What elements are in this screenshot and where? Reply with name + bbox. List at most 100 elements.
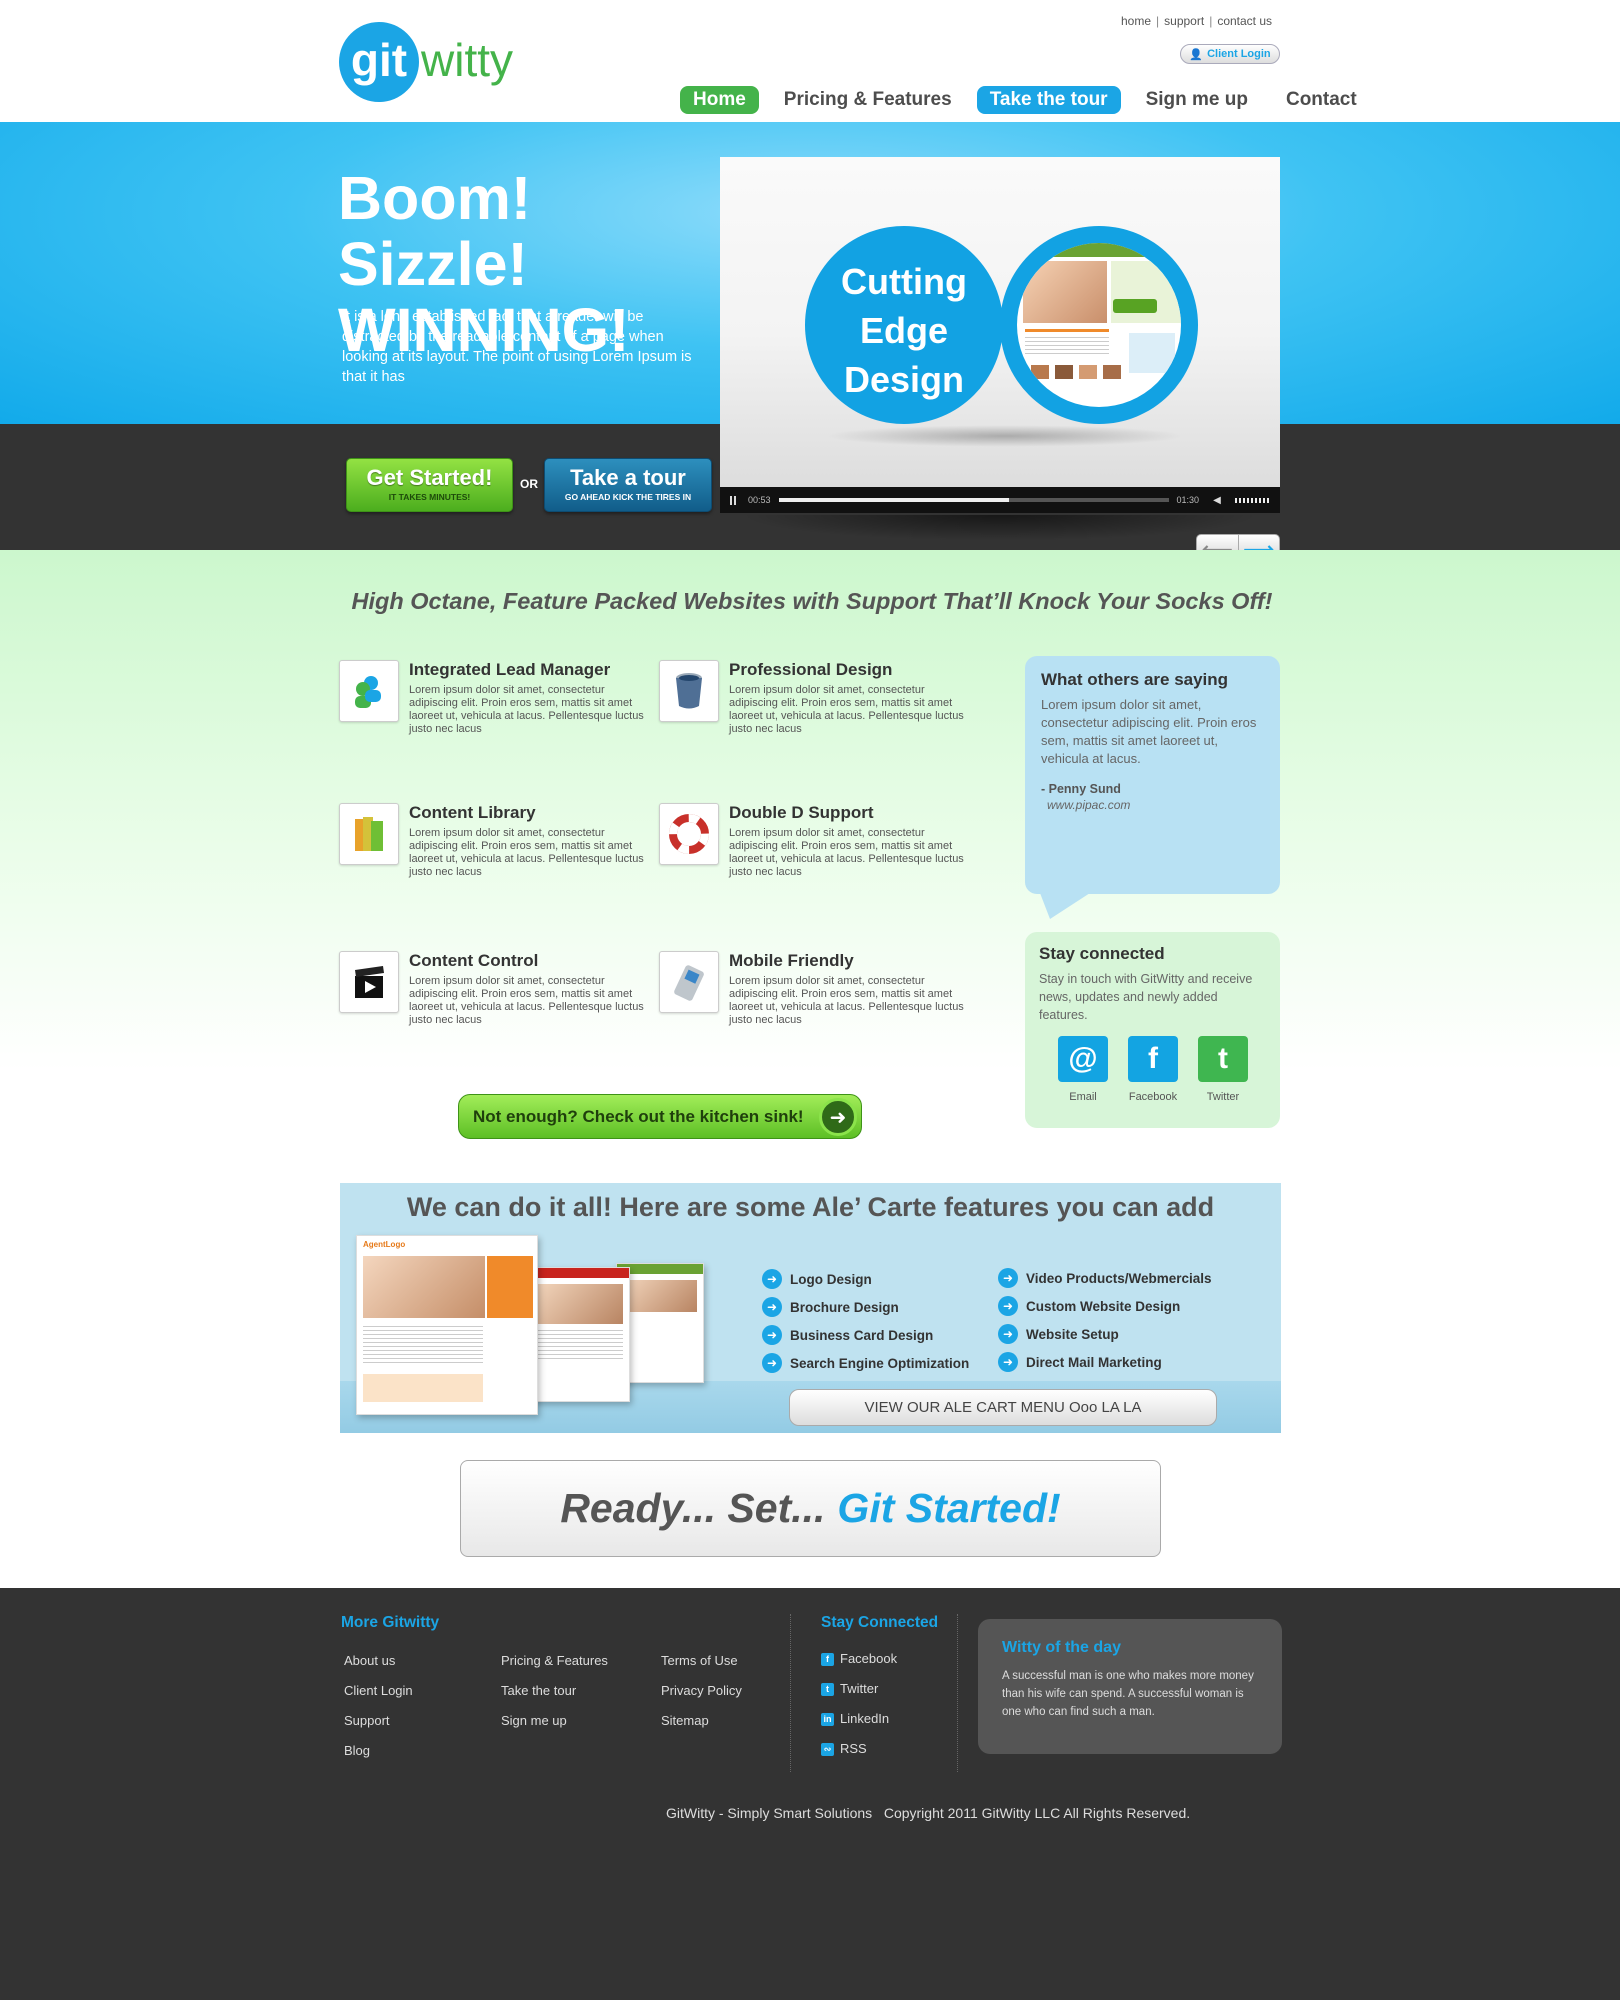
footer-linkedin[interactable]: in LinkedIn [821,1704,897,1734]
footer-col3: Terms of Use Privacy Policy Sitemap [661,1646,742,1736]
footer-link-client-login[interactable]: Client Login [344,1676,413,1706]
stay-connected-text: Stay in touch with GitWitty and receive … [1039,972,1253,1022]
footer-col2: Pricing & Features Take the tour Sign me… [501,1646,608,1736]
volume-slider[interactable] [1234,497,1271,503]
mockup-logo: AgentLogo [363,1240,406,1249]
mobile-phone-icon [659,951,719,1013]
nav-pricing-features[interactable]: Pricing & Features [771,86,965,114]
footer-link-blog[interactable]: Blog [344,1736,413,1766]
ale-item-seo[interactable]: ➜ Search Engine Optimization [762,1353,969,1373]
gitwitty-logo[interactable]: git witty [339,22,559,102]
video-progress-track[interactable] [778,498,1169,502]
video-elapsed: 00:53 [748,495,771,505]
social-facebook-label: Facebook [1128,1091,1178,1103]
circle-line3: Design [843,359,965,400]
linkedin-icon: in [821,1712,834,1726]
video-shadow [740,515,1260,541]
ale-item-custom-website-design[interactable]: ➜ Custom Website Design [998,1296,1180,1316]
stay-connected-box: Stay connected Stay in touch with GitWit… [1025,932,1280,1128]
footer-link-about[interactable]: About us [344,1646,413,1676]
top-link-support[interactable]: support [1164,14,1204,28]
ale-item-logo-design[interactable]: ➜ Logo Design [762,1269,872,1289]
facebook-icon[interactable]: f [1128,1036,1178,1082]
witty-of-the-day: Witty of the day A successful man is one… [978,1619,1282,1754]
feature-title: Content Control [409,951,539,970]
social-email-label: Email [1069,1091,1097,1103]
social-twitter-label: Twitter [1206,1091,1240,1103]
testimonial-url[interactable]: www.pipac.com [1047,798,1264,812]
get-started-button[interactable]: Get Started! IT TAKES MINUTES! [346,458,513,512]
arrow-right-icon: ➜ [819,1098,857,1136]
twitter-icon: t [821,1682,834,1696]
take-a-tour-button[interactable]: Take a tour GO AHEAD KICK THE TIRES IN [544,458,712,512]
feature-title: Double D Support [729,803,874,822]
footer-link-sitemap[interactable]: Sitemap [661,1706,742,1736]
feature-text: Lorem ipsum dolor sit amet, consectetur … [409,975,644,1026]
footer-link-terms[interactable]: Terms of Use [661,1646,742,1676]
git-started-text: Git Started! [837,1485,1061,1531]
client-login-button[interactable]: 👤 Client Login [1180,44,1280,64]
social-twitter[interactable]: t Twitter [1197,1036,1249,1103]
pause-icon[interactable] [730,495,736,505]
arrow-right-icon: ➜ [762,1269,782,1289]
hero-text: It is a long established fact that a rea… [342,309,692,385]
email-icon[interactable]: @ [1058,1036,1108,1082]
paint-bucket-icon [659,660,719,722]
speech-bubble-tail [1040,893,1090,919]
arrow-right-icon: ➜ [762,1353,782,1373]
ale-item-video-products[interactable]: ➜ Video Products/Webmercials [998,1268,1212,1288]
circle-shadow [825,425,1185,447]
kitchen-sink-label: Not enough? Check out the kitchen sink! [473,1106,804,1126]
footer-divider [957,1614,958,1772]
footer-social-label: Facebook [840,1651,898,1666]
volume-icon[interactable]: ◀ [1213,495,1221,506]
footer-link-sign-up[interactable]: Sign me up [501,1706,608,1736]
feature-text: Lorem ipsum dolor sit amet, consectetur … [409,684,644,735]
nav-home[interactable]: Home [680,86,759,114]
feature-text: Lorem ipsum dolor sit amet, consectetur … [729,975,964,1026]
ale-item-label: Video Products/Webmercials [1026,1270,1212,1286]
footer-rss[interactable]: ∾ RSS [821,1734,897,1764]
hero-title-line1: Boom! Sizzle! [338,164,532,298]
ale-carte-title: We can do it all! Here are some Ale’ Car… [406,1192,1215,1222]
mockup-site-2 [530,1267,630,1402]
social-facebook[interactable]: f Facebook [1127,1036,1179,1103]
footer-social: f Facebook t Twitter in LinkedIn ∾ RSS [821,1644,897,1764]
take-tour-sublabel: GO AHEAD KICK THE TIRES IN [564,492,692,502]
feature-text: Lorem ipsum dolor sit amet, consectetur … [729,827,964,878]
footer-link-privacy[interactable]: Privacy Policy [661,1676,742,1706]
footer-link-pricing[interactable]: Pricing & Features [501,1646,608,1676]
arrow-right-icon: ➜ [998,1324,1018,1344]
footer-link-support[interactable]: Support [344,1706,413,1736]
testimonial-heading: What others are saying [1041,670,1229,689]
ale-item-website-setup[interactable]: ➜ Website Setup [998,1324,1119,1344]
witty-heading: Witty of the day [1002,1639,1121,1656]
footer-more-heading: More Gitwitty [341,1614,440,1631]
social-email[interactable]: @ Email [1057,1036,1109,1103]
nav-take-the-tour[interactable]: Take the tour [976,86,1121,114]
twitter-icon[interactable]: t [1198,1036,1248,1082]
top-link-contact[interactable]: contact us [1217,14,1272,28]
client-login-label: Client Login [1207,48,1271,60]
kitchen-sink-button[interactable]: Not enough? Check out the kitchen sink! … [458,1094,862,1139]
page: { "top_links": {"home": "home", "support… [0,0,1620,2000]
footer-twitter[interactable]: t Twitter [821,1674,897,1704]
git-started-banner[interactable]: Ready... Set... Git Started! [460,1460,1161,1557]
ale-item-brochure-design[interactable]: ➜ Brochure Design [762,1297,899,1317]
clapperboard-icon [339,951,399,1013]
ale-cart-menu-button[interactable]: VIEW OUR ALE CART MENU Ooo LA LA [789,1389,1217,1426]
top-link-home[interactable]: home [1121,14,1151,28]
ale-item-direct-mail[interactable]: ➜ Direct Mail Marketing [998,1352,1162,1372]
circle-line2: Edge [859,310,948,351]
features-tagline: High Octane, Feature Packed Websites wit… [351,588,1273,614]
nav-contact[interactable]: Contact [1273,86,1370,114]
copyright: GitWitty - Simply Smart Solutions Copyri… [666,1805,1190,1821]
ale-item-business-card-design[interactable]: ➜ Business Card Design [762,1325,933,1345]
footer-facebook[interactable]: f Facebook [821,1644,897,1674]
ale-item-label: Search Engine Optimization [790,1355,970,1371]
footer-link-tour[interactable]: Take the tour [501,1676,608,1706]
feature-title: Integrated Lead Manager [409,660,611,679]
feature-text: Lorem ipsum dolor sit amet, consectetur … [409,827,644,878]
nav-sign-me-up[interactable]: Sign me up [1133,86,1261,114]
top-links: home | support | contact us [1121,14,1273,28]
